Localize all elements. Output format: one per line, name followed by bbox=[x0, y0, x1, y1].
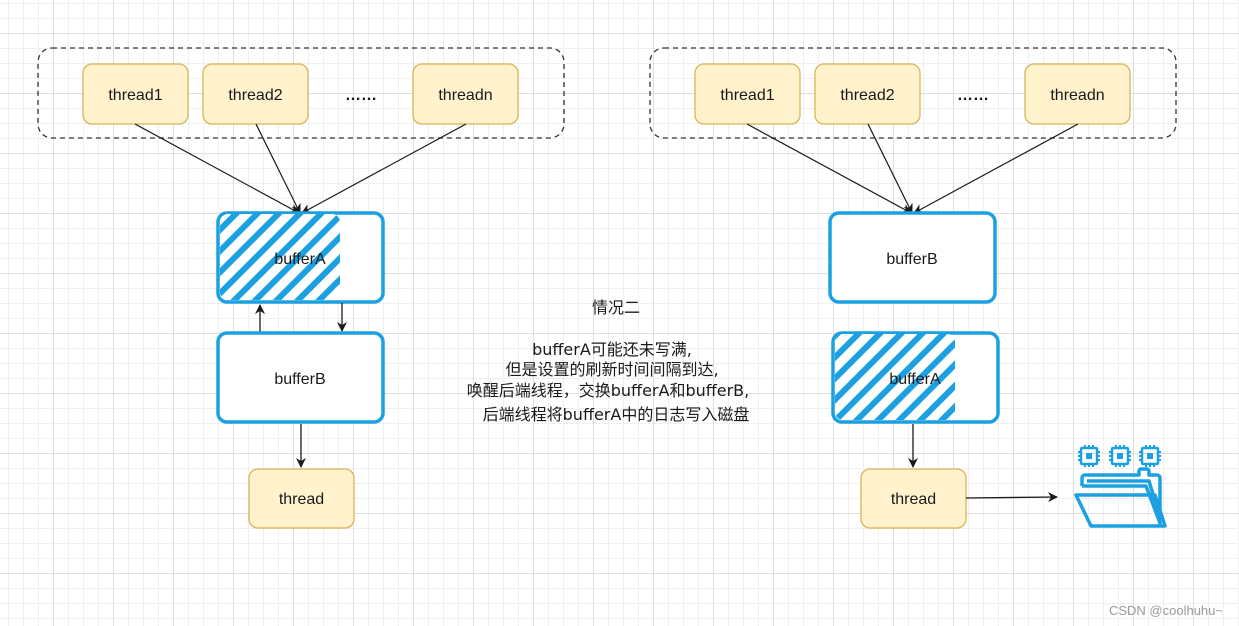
thread-label: thread1 bbox=[108, 87, 162, 104]
thread-label: thread bbox=[891, 491, 936, 508]
caption-title: 情况二 bbox=[592, 298, 640, 317]
left-diagram: thread1 thread2 …… threadn bufferA buffe… bbox=[37, 47, 565, 529]
watermark: CSDN @coolhuhu~ bbox=[1109, 603, 1223, 618]
consumer-thread-node[interactable]: thread bbox=[248, 468, 355, 529]
chip-icon bbox=[1139, 445, 1161, 467]
buffer-label: bufferA bbox=[889, 371, 941, 388]
ellipsis: …… bbox=[345, 87, 377, 104]
thread-label: threadn bbox=[438, 87, 492, 104]
buffer-label: bufferA bbox=[274, 251, 326, 268]
folder-with-chips-icon bbox=[1074, 445, 1167, 528]
buffer-node-filled[interactable]: bufferA bbox=[216, 211, 385, 304]
thread-node[interactable]: thread1 bbox=[694, 63, 801, 125]
thread-label: thread bbox=[279, 491, 324, 508]
chip-icon bbox=[1078, 445, 1100, 467]
buffer-label: bufferB bbox=[886, 251, 937, 268]
caption-line: 后端线程将bufferA中的日志写入磁盘 bbox=[483, 405, 750, 424]
buffer-node-filled[interactable]: bufferA bbox=[831, 331, 1000, 424]
thread-node[interactable]: thread2 bbox=[814, 63, 921, 125]
consumer-thread-node[interactable]: thread bbox=[860, 468, 967, 529]
caption-line: 唤醒后端线程，交换bufferA和bufferB, bbox=[467, 381, 750, 400]
buffer-node-empty[interactable]: bufferB bbox=[828, 211, 997, 304]
caption-line: 但是设置的刷新时间间隔到达, bbox=[505, 360, 718, 379]
thread-label: threadn bbox=[1050, 87, 1104, 104]
ellipsis: …… bbox=[957, 87, 989, 104]
caption: 情况二 bufferA可能还未写满, 但是设置的刷新时间间隔到达, 唤醒后端线程… bbox=[467, 298, 750, 424]
thread-node[interactable]: thread1 bbox=[82, 63, 189, 125]
thread-node[interactable]: threadn bbox=[412, 63, 519, 125]
thread-label: thread2 bbox=[840, 87, 894, 104]
folder-icon bbox=[1074, 467, 1167, 528]
chip-icon bbox=[1109, 445, 1131, 467]
buffer-label: bufferB bbox=[274, 371, 325, 388]
arrow-to-disk bbox=[965, 492, 1058, 503]
right-diagram: thread1 thread2 …… threadn bufferB buffe… bbox=[649, 47, 1177, 529]
buffer-node-empty[interactable]: bufferB bbox=[216, 331, 385, 424]
thread-node[interactable]: threadn bbox=[1024, 63, 1131, 125]
thread-label: thread2 bbox=[228, 87, 282, 104]
thread-node[interactable]: thread2 bbox=[202, 63, 309, 125]
diagram-canvas: thread1 thread2 …… threadn bufferA buffe… bbox=[37, 47, 1223, 618]
thread-label: thread1 bbox=[720, 87, 774, 104]
caption-line: bufferA可能还未写满, bbox=[532, 340, 692, 359]
